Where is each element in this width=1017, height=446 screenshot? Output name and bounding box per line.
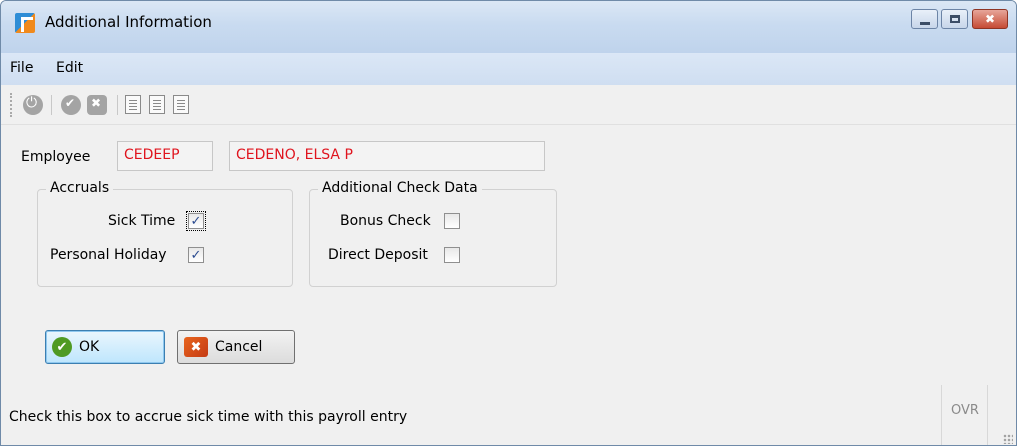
- menu-edit[interactable]: Edit: [56, 60, 83, 76]
- check-data-group: Additional Check Data Bonus Check Direct…: [309, 180, 557, 287]
- accruals-title: Accruals: [46, 180, 114, 196]
- sick-time-checkbox[interactable]: ✓: [186, 211, 206, 231]
- toolbar-grip[interactable]: [10, 93, 13, 117]
- select-doc-icon[interactable]: [173, 95, 189, 114]
- close-button[interactable]: ✖: [972, 9, 1008, 29]
- personal-holiday-label: Personal Holiday: [50, 247, 167, 263]
- status-separator: [941, 385, 942, 445]
- dialog-window: Additional Information ✖ File Edit Emplo…: [0, 0, 1017, 446]
- bonus-check-label: Bonus Check: [340, 213, 431, 229]
- cancel-button-label: Cancel: [215, 339, 263, 355]
- employee-label: Employee: [21, 149, 91, 165]
- ok-check-icon: ✔: [52, 337, 72, 357]
- direct-deposit-label: Direct Deposit: [328, 247, 428, 263]
- direct-deposit-checkbox[interactable]: [444, 247, 460, 263]
- resize-grip-icon[interactable]: [1003, 434, 1013, 444]
- menu-bar: File Edit: [1, 53, 1016, 85]
- power-icon[interactable]: [23, 95, 43, 115]
- cancel-button[interactable]: ✖ Cancel: [177, 330, 295, 364]
- ok-button[interactable]: ✔ OK: [45, 330, 165, 364]
- maximize-button[interactable]: [941, 9, 968, 29]
- cancel-icon[interactable]: [87, 95, 107, 115]
- check-data-title: Additional Check Data: [318, 180, 482, 196]
- status-separator: [987, 385, 988, 445]
- toolbar-separator: [51, 95, 52, 115]
- check-icon[interactable]: [61, 95, 81, 115]
- title-bar[interactable]: Additional Information ✖: [1, 1, 1016, 53]
- toolbar: [1, 85, 1016, 125]
- maximize-icon: [949, 15, 960, 23]
- status-message: Check this box to accrue sick time with …: [9, 409, 408, 425]
- minimize-button[interactable]: [911, 9, 938, 29]
- cancel-x-icon: ✖: [184, 337, 208, 357]
- form-content: Employee CEDEEP CEDENO, ELSA P Accruals …: [1, 125, 1016, 385]
- employee-id-field[interactable]: CEDEEP: [117, 141, 213, 171]
- status-bar: Check this box to accrue sick time with …: [1, 385, 1016, 445]
- app-logo-icon: [15, 13, 35, 33]
- employee-name-field[interactable]: CEDENO, ELSA P: [229, 141, 545, 171]
- ok-button-label: OK: [79, 339, 100, 355]
- close-icon: ✖: [984, 12, 996, 26]
- menu-file[interactable]: File: [10, 60, 33, 76]
- minimize-icon: [919, 21, 930, 25]
- doc-icon[interactable]: [125, 95, 141, 114]
- personal-holiday-checkbox[interactable]: ✓: [188, 247, 204, 263]
- accruals-group: Accruals Sick Time ✓ Personal Holiday ✓: [37, 180, 293, 287]
- overwrite-mode-indicator: OVR: [951, 403, 979, 418]
- sick-time-label: Sick Time: [108, 213, 176, 229]
- window-title: Additional Information: [45, 13, 212, 31]
- bonus-check-checkbox[interactable]: [444, 213, 460, 229]
- copy-doc-icon[interactable]: [149, 95, 165, 114]
- toolbar-separator: [117, 95, 118, 115]
